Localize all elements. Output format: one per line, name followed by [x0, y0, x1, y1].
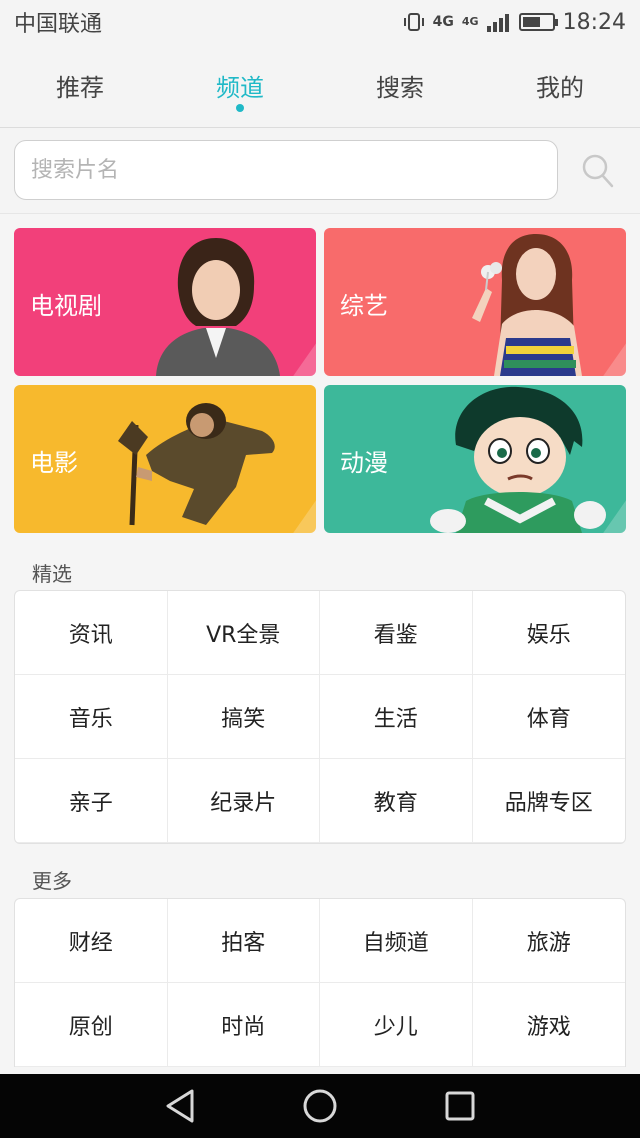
- channel-grid-item[interactable]: 资讯: [15, 591, 168, 675]
- tab-recommend[interactable]: 推荐: [0, 44, 160, 127]
- channel-grid-item[interactable]: 音乐: [15, 675, 168, 759]
- channel-grid-item[interactable]: 旅游: [472, 899, 625, 983]
- channel-grid-item[interactable]: 财经: [15, 899, 168, 983]
- channel-grid-item[interactable]: 原创: [15, 983, 168, 1067]
- recents-button[interactable]: [440, 1086, 480, 1126]
- active-tab-indicator: [236, 104, 244, 112]
- search-icon[interactable]: [582, 154, 614, 188]
- category-card-tv[interactable]: 电视剧: [14, 228, 316, 376]
- tab-label: 我的: [536, 74, 584, 102]
- recents-square-icon: [445, 1091, 475, 1121]
- channel-grid-item[interactable]: 生活: [320, 675, 473, 759]
- category-label: 动漫: [340, 449, 388, 477]
- channel-grid-item[interactable]: 教育: [320, 759, 473, 843]
- status-icons: 4G 4G 18:24: [403, 10, 626, 35]
- channel-grid-item[interactable]: 拍客: [167, 899, 320, 983]
- signal-icon: [486, 14, 509, 32]
- anime-character-image: [430, 386, 606, 533]
- channel-grid-item[interactable]: 体育: [472, 675, 625, 759]
- tab-label: 推荐: [56, 74, 104, 102]
- category-card-movie[interactable]: 电影: [14, 385, 316, 533]
- tab-channel[interactable]: 频道: [160, 44, 320, 127]
- section-title-more: 更多: [32, 869, 72, 893]
- search-input[interactable]: [14, 140, 558, 200]
- battery-icon: [518, 13, 558, 31]
- category-card-anime[interactable]: 动漫: [324, 385, 626, 533]
- category-card-variety[interactable]: 综艺: [324, 228, 626, 376]
- channel-grid-item[interactable]: 娱乐: [472, 591, 625, 675]
- channel-grid-item[interactable]: 搞笑: [167, 675, 320, 759]
- home-button[interactable]: [300, 1086, 340, 1126]
- search-row: [0, 128, 640, 214]
- channel-grid-item[interactable]: 纪录片: [167, 759, 320, 843]
- movie-actor-image: [118, 403, 275, 526]
- channel-grid-item[interactable]: 品牌专区: [472, 759, 625, 843]
- variety-actress-image: [472, 234, 582, 376]
- tab-label: 频道: [216, 74, 264, 102]
- category-label: 电视剧: [30, 292, 102, 320]
- network-type-1: 4G: [432, 14, 454, 30]
- tv-actress-image: [156, 238, 280, 376]
- channel-grid-item[interactable]: 自频道: [320, 899, 473, 983]
- channel-grid-item[interactable]: VR全景: [167, 591, 320, 675]
- top-tab-bar: 推荐 频道 搜索 我的: [0, 44, 640, 128]
- featured-grid: 资讯 VR全景 看鉴 娱乐音乐 搞笑 生活 体育亲子 纪录片 教育 品牌专区: [14, 590, 626, 844]
- channel-grid-item[interactable]: 时尚: [167, 983, 320, 1067]
- home-circle-icon: [303, 1089, 337, 1123]
- more-grid: 财经 拍客 自频道 旅游原创 时尚 少儿 游戏: [14, 898, 626, 1067]
- section-title-featured: 精选: [32, 562, 72, 586]
- category-cards: 电视剧 综艺 电影 动漫: [14, 228, 626, 534]
- channel-grid-item[interactable]: 亲子: [15, 759, 168, 843]
- carrier-name: 中国联通: [14, 12, 103, 37]
- tab-search[interactable]: 搜索: [320, 44, 480, 127]
- channel-grid-item[interactable]: 少儿: [320, 983, 473, 1067]
- tab-mine[interactable]: 我的: [480, 44, 640, 127]
- channel-grid-item[interactable]: 游戏: [472, 983, 625, 1067]
- status-bar: 中国联通 4G 4G 18:24: [0, 0, 640, 44]
- channel-grid-item[interactable]: 看鉴: [320, 591, 473, 675]
- system-nav-bar: [0, 1074, 640, 1138]
- back-triangle-icon: [166, 1089, 194, 1123]
- category-label: 综艺: [340, 292, 388, 320]
- tab-label: 搜索: [376, 74, 424, 102]
- clock: 18:24: [562, 9, 626, 35]
- back-button[interactable]: [160, 1086, 200, 1126]
- vibrate-icon: [403, 13, 424, 31]
- category-label: 电影: [30, 449, 78, 477]
- network-type-2: 4G: [461, 15, 479, 28]
